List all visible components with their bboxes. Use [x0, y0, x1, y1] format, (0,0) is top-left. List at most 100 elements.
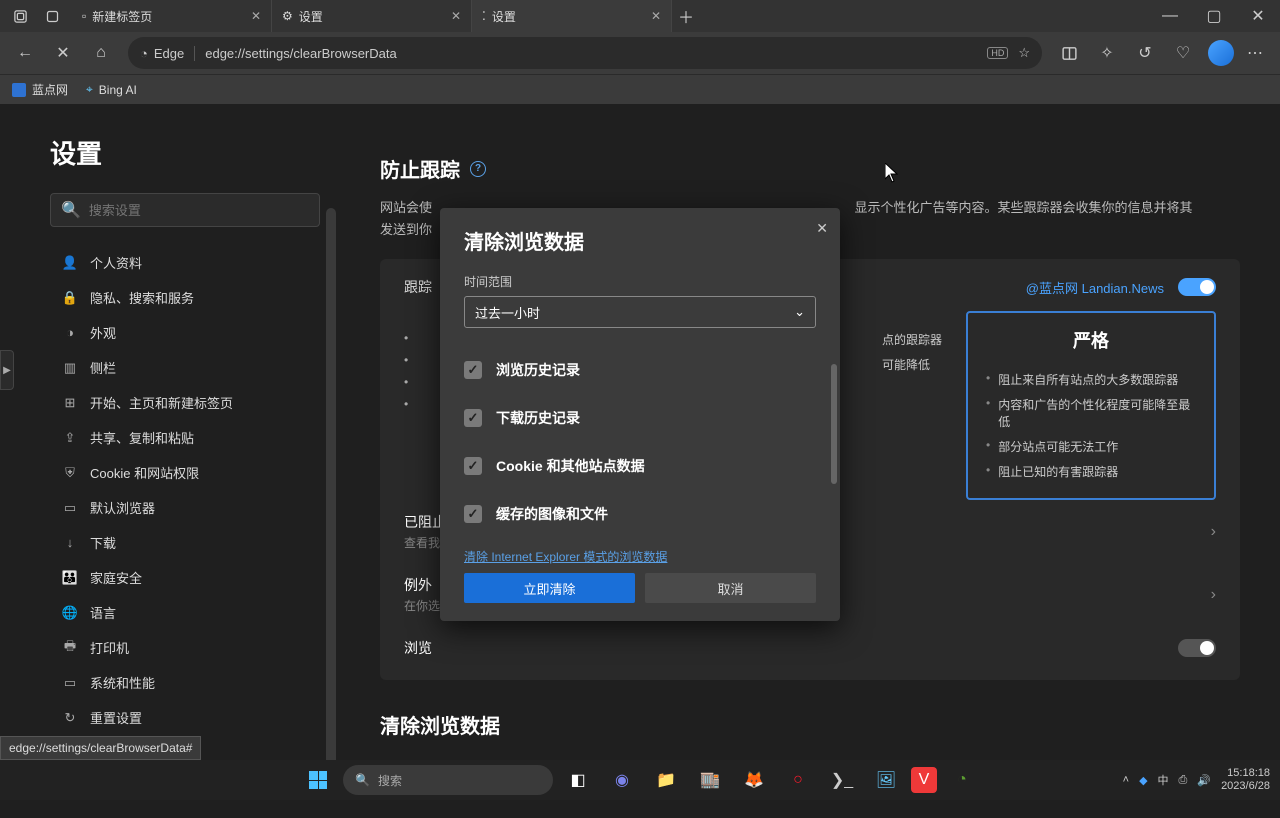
bookmark-landian[interactable]: 蓝点网 [12, 81, 68, 98]
sidebar-item-reset[interactable]: ↻重置设置 [50, 700, 320, 735]
dialog-close-button[interactable]: ✕ [816, 220, 828, 237]
checkbox-icon[interactable]: ✓ [464, 409, 482, 427]
start-button[interactable] [299, 765, 337, 795]
section-title-text: 防止跟踪 [380, 154, 460, 183]
search-field[interactable] [89, 203, 309, 218]
more-menu-icon[interactable]: ⋯ [1238, 37, 1272, 69]
favorites-icon[interactable]: ✧ [1090, 37, 1124, 69]
chevron-down-icon: ⌄ [794, 304, 805, 320]
info-icon[interactable]: ? [470, 161, 486, 177]
checkbox-icon[interactable]: ✓ [464, 361, 482, 379]
clock-date: 2023/6/28 [1221, 780, 1270, 793]
cancel-button[interactable]: 取消 [645, 573, 816, 603]
side-expand-handle[interactable]: ▶ [0, 350, 14, 390]
tab-settings-1[interactable]: ⚙ 设置 ✕ [272, 0, 472, 32]
sidebar-item-share[interactable]: ⇪共享、复制和粘贴 [50, 420, 320, 455]
vivaldi-icon[interactable]: V [911, 767, 937, 793]
cookie-icon: ⛨ [62, 465, 78, 481]
sidebar-item-privacy[interactable]: 🔒隐私、搜索和服务 [50, 280, 320, 315]
close-icon[interactable]: ✕ [651, 9, 661, 23]
sidebar-item-printers[interactable]: 🖶 打印机 [50, 630, 320, 665]
strict-title: 严格 [986, 327, 1196, 353]
sidebar-item-label: 个人资料 [90, 253, 142, 272]
tab-actions-icon[interactable] [40, 4, 64, 28]
clear-data-heading: 清除浏览数据 [380, 710, 1240, 739]
sidebar-item-default-browser[interactable]: ▭默认浏览器 [50, 490, 320, 525]
favorite-icon[interactable]: ☆ [1018, 45, 1030, 61]
sidebar-item-label: 打印机 [90, 638, 129, 657]
close-window-button[interactable]: ✕ [1236, 0, 1280, 32]
chat-icon[interactable]: ◉ [603, 765, 641, 795]
sidebar-scrollbar[interactable] [326, 208, 336, 818]
printer-icon: 🖶 [62, 640, 78, 656]
sidebar-item-family[interactable]: 👪家庭安全 [50, 560, 320, 595]
row-title: 浏览 [404, 638, 432, 658]
check-cookies[interactable]: ✓ Cookie 和其他站点数据 [464, 442, 816, 490]
watermark-link[interactable]: @蓝点网 Landian.News [1026, 278, 1164, 297]
opera-icon[interactable]: ○ [779, 765, 817, 795]
back-button[interactable]: ← [8, 37, 42, 69]
lock-icon: 🔒 [62, 290, 78, 306]
bookmark-label: Bing AI [99, 83, 137, 97]
minimize-button[interactable]: — [1148, 0, 1192, 32]
tray-copilot-icon[interactable]: ◆ [1139, 774, 1147, 787]
workspaces-icon[interactable] [8, 4, 32, 28]
history-icon[interactable]: ↺ [1128, 37, 1162, 69]
tray-network-icon[interactable]: ⎙ [1179, 774, 1188, 787]
bookmark-label: 蓝点网 [32, 81, 68, 98]
performance-icon[interactable]: ♡ [1166, 37, 1200, 69]
checkbox-icon[interactable]: ✓ [464, 505, 482, 523]
time-range-select[interactable]: 过去一小时 ⌄ [464, 296, 816, 328]
sidebar-item-profile[interactable]: 👤个人资料 [50, 245, 320, 280]
strict-option-card[interactable]: 严格 阻止来自所有站点的大多数跟踪器 内容和广告的个性化程度可能降至最低 部分站… [966, 311, 1216, 500]
photos-icon[interactable]: 🖼 [867, 765, 905, 795]
hd-badge: HD [987, 47, 1008, 59]
window-titlebar: ▫ 新建标签页 ✕ ⚙ 设置 ✕ ⁚ 设置 ✕ ＋ — ▢ ✕ [0, 0, 1280, 32]
profile-avatar[interactable] [1208, 40, 1234, 66]
browser-toolbar: ← ✕ ⌂ ◔ Edge edge://settings/clearBrowse… [0, 32, 1280, 74]
search-settings-input[interactable]: 🔍 [50, 193, 320, 227]
tab-settings-2[interactable]: ⁚ 设置 ✕ [472, 0, 672, 32]
sidebar-item-appearance[interactable]: ◑外观 [50, 315, 320, 350]
taskbar-clock[interactable]: 15:18:18 2023/6/28 [1221, 767, 1270, 793]
sidebar-item-languages[interactable]: 🌐语言 [50, 595, 320, 630]
close-icon[interactable]: ✕ [451, 9, 461, 23]
close-icon[interactable]: ✕ [251, 9, 261, 23]
tracking-toggle[interactable] [1178, 278, 1216, 296]
maximize-button[interactable]: ▢ [1192, 0, 1236, 32]
file-explorer-icon[interactable]: 📁 [647, 765, 685, 795]
dialog-scrollbar[interactable] [831, 364, 837, 484]
bookmark-bingai[interactable]: ⌖Bing AI [86, 82, 137, 97]
stop-button[interactable]: ✕ [46, 37, 80, 69]
sidebar-item-downloads[interactable]: ↓下载 [50, 525, 320, 560]
split-screen-icon[interactable] [1052, 37, 1086, 69]
firefox-icon[interactable]: 🦊 [735, 765, 773, 795]
tray-chevron-icon[interactable]: ˄ [1123, 774, 1129, 786]
check-browsing-history[interactable]: ✓ 浏览历史记录 [464, 346, 816, 394]
address-bar[interactable]: ◔ Edge edge://settings/clearBrowserData … [128, 37, 1042, 69]
new-tab-button[interactable]: ＋ [672, 0, 700, 32]
checkbox-icon[interactable]: ✓ [464, 457, 482, 475]
inprivate-toggle[interactable] [1178, 639, 1216, 657]
taskbar-search[interactable]: 🔍搜索 [343, 765, 553, 795]
tray-ime-icon[interactable]: 中 [1158, 772, 1169, 788]
home-button[interactable]: ⌂ [84, 37, 118, 69]
sidebar-item-system[interactable]: ▭系统和性能 [50, 665, 320, 700]
sidebar-item-sidebar[interactable]: ▥侧栏 [50, 350, 320, 385]
task-view-icon[interactable]: ◧ [559, 765, 597, 795]
tab-newtab[interactable]: ▫ 新建标签页 ✕ [72, 0, 272, 32]
check-download-history[interactable]: ✓ 下载历史记录 [464, 394, 816, 442]
chevron-right-icon: › [1211, 586, 1216, 604]
sidebar-item-start[interactable]: ⊞开始、主页和新建标签页 [50, 385, 320, 420]
sidebar-item-label: Cookie 和网站权限 [90, 463, 199, 482]
clear-ie-link[interactable]: 清除 Internet Explorer 模式的浏览数据 [464, 548, 816, 565]
browse-row[interactable]: 浏览 [404, 626, 1216, 670]
store-icon[interactable]: 🏬 [691, 765, 729, 795]
check-label: 浏览历史记录 [496, 360, 580, 380]
sidebar-item-cookies[interactable]: ⛨ Cookie 和网站权限 [50, 455, 320, 490]
edge-canary-icon[interactable]: ◔ [943, 765, 981, 795]
clear-now-button[interactable]: 立即清除 [464, 573, 635, 603]
tray-sound-icon[interactable]: 🔊 [1197, 774, 1211, 787]
terminal-icon[interactable]: ❯_ [823, 765, 861, 795]
check-cached-images[interactable]: ✓ 缓存的图像和文件 [464, 490, 816, 538]
